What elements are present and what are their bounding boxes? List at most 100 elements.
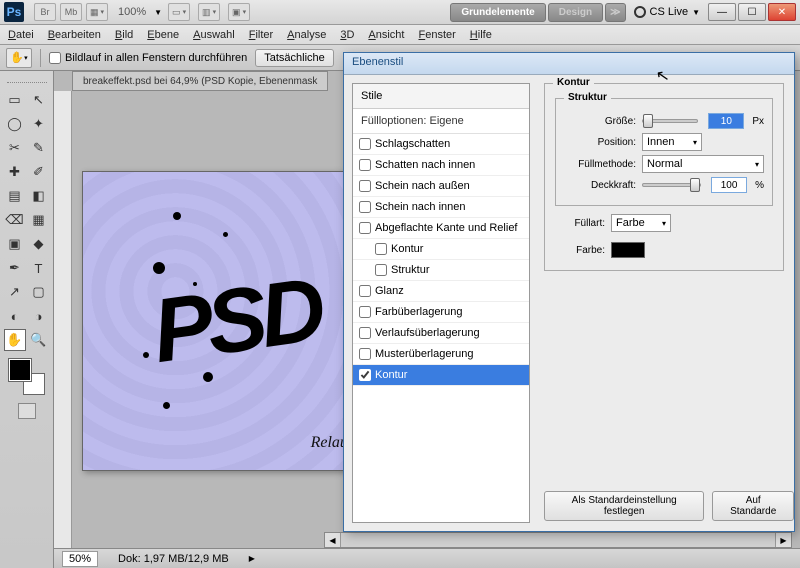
tool-3d[interactable]: ◐ [4,305,26,327]
scroll-right-arrow[interactable]: ▶ [775,533,791,547]
size-slider[interactable] [642,119,698,123]
tool-wand[interactable]: ✦ [28,113,50,135]
scroll-left-arrow[interactable]: ◀ [325,533,341,547]
actual-pixels-button[interactable]: Tatsächliche [255,49,334,67]
style-checkbox[interactable] [359,222,371,234]
document-tab[interactable]: breakeffekt.psd bei 64,9% (PSD Kopie, Eb… [72,71,328,91]
style-checkbox[interactable] [359,285,371,297]
style-item[interactable]: Schlagschatten [353,134,529,155]
color-swatch[interactable] [611,242,645,258]
menu-fenster[interactable]: Fenster [418,29,455,41]
blending-options-row[interactable]: Füllloptionen: Eigene [353,109,529,134]
menu-auswahl[interactable]: Auswahl [193,29,235,41]
window-minimize-button[interactable]: — [708,3,736,21]
style-checkbox[interactable] [359,159,371,171]
tool-pen[interactable]: ✒ [4,257,26,279]
window-close-button[interactable]: ✕ [768,3,796,21]
menu-3d[interactable]: 3D [340,29,354,41]
style-item[interactable]: Schein nach innen [353,197,529,218]
menu-bearbeiten[interactable]: Bearbeiten [48,29,101,41]
dialog-title[interactable]: Ebenenstil [344,53,794,75]
tool-type[interactable]: T [28,257,50,279]
tool-heal[interactable]: ✚ [4,161,26,183]
opacity-input[interactable] [711,177,747,193]
tool-3dcam[interactable]: ◑ [28,305,50,327]
splatter [143,352,149,358]
menu-analyse[interactable]: Analyse [287,29,326,41]
style-item[interactable]: Glanz [353,281,529,302]
style-item[interactable]: Kontur [353,239,529,260]
viewextras-icon[interactable]: ▦ [86,3,108,21]
tool-move[interactable]: ↖ [28,89,50,111]
style-checkbox[interactable] [359,306,371,318]
color-swatches[interactable] [9,359,45,395]
styles-header[interactable]: Stile [353,84,529,109]
menu-hilfe[interactable]: Hilfe [470,29,492,41]
scroll-all-checkbox[interactable]: Bildlauf in allen Fenstern durchführen [49,52,247,64]
tool-zoom[interactable]: 🔍 [28,329,50,351]
workspace-design-button[interactable]: Design [548,3,603,22]
tool-gradient[interactable]: ▦ [28,209,50,231]
size-input[interactable] [708,113,744,129]
style-item[interactable]: Farbüberlagerung [353,302,529,323]
bridge-icon[interactable]: Br [34,3,56,21]
tool-path[interactable]: ↗ [4,281,26,303]
tool-blur[interactable]: ▣ [4,233,26,255]
status-zoom[interactable]: 50% [62,551,98,567]
style-item[interactable]: Schatten nach innen [353,155,529,176]
cslive-button[interactable]: CS Live▼ [634,6,700,18]
current-tool-icon[interactable]: ✋▾ [6,48,32,68]
make-default-button[interactable]: Als Standardeinstellung festlegen [544,491,704,521]
layer-style-dialog: Ebenenstil Stile Füllloptionen: Eigene S… [343,52,795,532]
style-checkbox[interactable] [359,348,371,360]
reset-default-button[interactable]: Auf Standarde [712,491,794,521]
menu-ebene[interactable]: Ebene [147,29,179,41]
tool-eraser[interactable]: ⌫ [4,209,26,231]
minibridge-icon[interactable]: Mb [60,3,82,21]
style-checkbox[interactable] [359,369,371,381]
style-item[interactable]: Kontur [353,365,529,386]
zoom-display[interactable]: 100% [118,6,146,18]
tool-crop[interactable]: ✂ [4,137,26,159]
tool-history[interactable]: ◧ [28,185,50,207]
tool-shape[interactable]: ▢ [28,281,50,303]
menu-ansicht[interactable]: Ansicht [368,29,404,41]
style-checkbox[interactable] [375,264,387,276]
style-checkbox[interactable] [359,327,371,339]
style-checkbox[interactable] [359,138,371,150]
blendmode-select[interactable]: Normal [642,155,764,173]
screenfit-icon[interactable]: ▣ [228,3,250,21]
tool-dodge[interactable]: ◆ [28,233,50,255]
workspace-essentials-button[interactable]: Grundelemente [450,3,545,22]
size-label: Größe: [564,116,636,127]
style-checkbox[interactable] [375,243,387,255]
tool-lasso[interactable]: ◯ [4,113,26,135]
menu-bild[interactable]: Bild [115,29,133,41]
style-item[interactable]: Abgeflachte Kante und Relief [353,218,529,239]
tool-eyedrop[interactable]: ✎ [28,137,50,159]
tool-stamp[interactable]: ▤ [4,185,26,207]
position-select[interactable]: Innen [642,133,702,151]
splatter [153,262,165,274]
fg-color-swatch[interactable] [9,359,31,381]
style-checkbox[interactable] [359,180,371,192]
menu-filter[interactable]: Filter [249,29,273,41]
workspace-more-button[interactable]: ≫ [605,3,625,22]
style-checkbox[interactable] [359,201,371,213]
style-item[interactable]: Schein nach außen [353,176,529,197]
window-maximize-button[interactable]: ☐ [738,3,766,21]
scrollbar-horizontal[interactable]: ◀ ▶ [324,532,792,548]
screenmode-icon[interactable]: ▭ [168,3,190,21]
tool-marquee[interactable]: ▭ [4,89,26,111]
tool-hand[interactable]: ✋ [4,329,26,351]
arrange-icon[interactable]: ▥ [198,3,220,21]
style-item[interactable]: Musterüberlagerung [353,344,529,365]
tool-brush[interactable]: ✐ [28,161,50,183]
quickmask-toggle[interactable] [18,403,36,419]
filltype-select[interactable]: Farbe [611,214,671,232]
style-item[interactable]: Verlaufsüberlagerung [353,323,529,344]
menu-datei[interactable]: Datei [8,29,34,41]
style-item[interactable]: Struktur [353,260,529,281]
opacity-slider[interactable] [642,183,701,187]
toolbox-grip[interactable] [7,75,47,83]
